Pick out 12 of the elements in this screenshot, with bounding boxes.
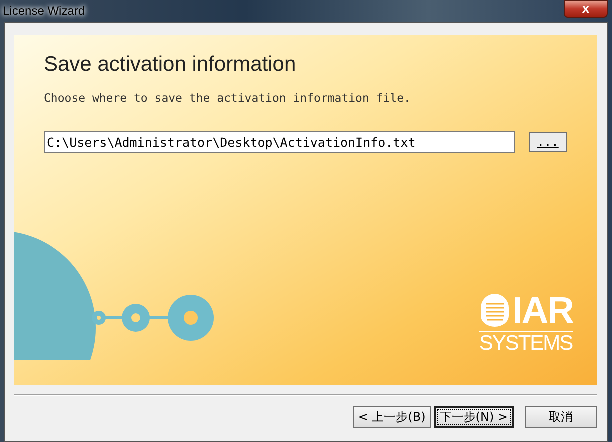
logo-wordmark: IAR [512, 292, 574, 330]
browse-button[interactable]: ... [529, 132, 567, 152]
logo-subtitle: SYSTEMS [479, 332, 573, 356]
wizard-button[interactable]: 下一步(N) > [434, 406, 514, 428]
close-button[interactable]: x [564, 0, 608, 18]
instruction-text: Choose where to save the activation information file. [44, 91, 412, 105]
wizard-button[interactable]: 取消 [525, 406, 597, 428]
file-path-field[interactable]: C:\Users\Administrator\Desktop\ActivationInfo.txt [44, 131, 516, 153]
page-heading: Save activation information [44, 53, 298, 77]
wizard-button[interactable]: < 上一步(B) [353, 406, 431, 428]
window-title: License Wizard [3, 4, 86, 18]
logo-icon [478, 294, 511, 328]
